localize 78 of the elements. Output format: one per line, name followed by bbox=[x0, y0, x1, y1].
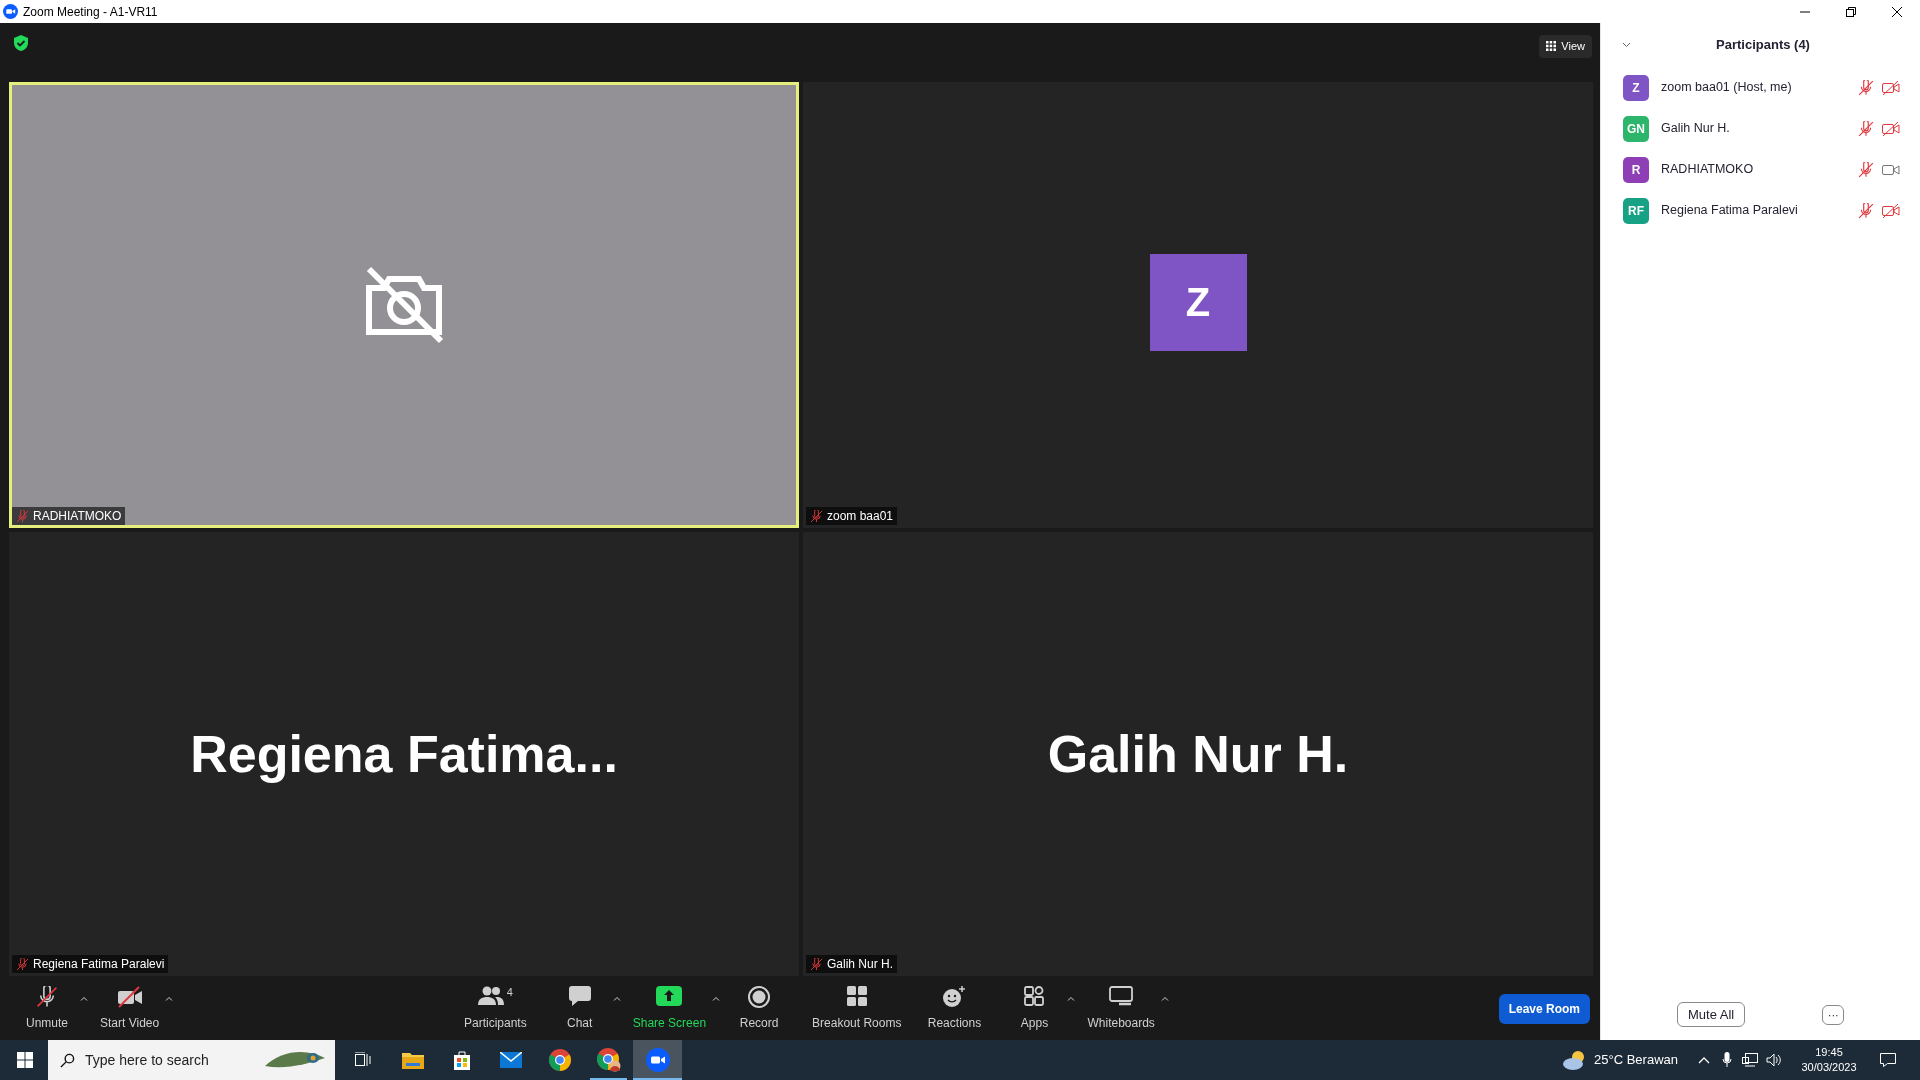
participant-name-label: RADHIATMOKO bbox=[33, 508, 122, 525]
toolbar-button[interactable]: Reactions bbox=[925, 982, 984, 1036]
participant-avatar: GN bbox=[1623, 115, 1649, 142]
notification-icon[interactable] bbox=[1880, 1052, 1896, 1068]
caret-icon[interactable] bbox=[712, 996, 721, 1001]
record-icon bbox=[748, 986, 771, 1008]
network-icon[interactable] bbox=[1742, 1053, 1758, 1067]
toolbar-button[interactable]: 4 Participants bbox=[462, 982, 529, 1036]
zoom-app-icon bbox=[645, 1048, 670, 1072]
search-input[interactable]: Type here to search bbox=[85, 1049, 245, 1071]
chat-bubble-icon bbox=[568, 986, 591, 1006]
volume-icon[interactable] bbox=[1766, 1053, 1782, 1067]
view-button[interactable]: View bbox=[1539, 35, 1592, 58]
people-icon bbox=[477, 986, 504, 1006]
video-off-icon bbox=[116, 986, 143, 1008]
security-shield-icon[interactable] bbox=[14, 35, 28, 51]
whiteboard-icon bbox=[1109, 986, 1134, 1006]
grid-view-icon bbox=[1546, 41, 1557, 52]
muted-microphone-icon bbox=[36, 986, 58, 1008]
zoom-logo-icon bbox=[3, 4, 18, 19]
task-view-icon bbox=[354, 1052, 373, 1068]
unmute-button[interactable]: Unmute bbox=[18, 982, 76, 1036]
caret-icon[interactable] bbox=[612, 996, 621, 1001]
participant-name: zoom baa01 (Host, me) bbox=[1661, 79, 1792, 97]
taskbar-app-button[interactable] bbox=[633, 1040, 682, 1080]
participant-avatar: Z bbox=[1623, 74, 1649, 101]
participant-name-label: Regiena Fatima Paralevi bbox=[33, 956, 165, 973]
toolbar-button[interactable]: Whiteboards bbox=[1085, 982, 1157, 1036]
camera-off-icon bbox=[363, 265, 445, 345]
leave-room-button[interactable]: Leave Room bbox=[1498, 994, 1590, 1024]
toolbar-button[interactable]: Breakout Rooms bbox=[810, 982, 904, 1036]
grid-squares-icon bbox=[846, 986, 867, 1006]
start-icon[interactable] bbox=[17, 1052, 33, 1068]
weather-text[interactable]: 25°C Berawan bbox=[1594, 1050, 1678, 1070]
window-title: Zoom Meeting - A1-VR11 bbox=[23, 3, 158, 21]
browser-profile-icon bbox=[596, 1048, 621, 1072]
participant-avatar: Z bbox=[1149, 253, 1247, 351]
close-icon bbox=[1892, 6, 1902, 17]
browser-icon bbox=[548, 1049, 571, 1071]
mute-all-button[interactable]: Mute All bbox=[1677, 1001, 1746, 1028]
participant-name-label: zoom baa01 bbox=[827, 508, 894, 525]
panel-title: Participants (4) bbox=[1715, 36, 1810, 55]
caret-icon[interactable] bbox=[1067, 996, 1076, 1001]
participant-avatar: RF bbox=[1623, 197, 1649, 224]
toolbar-button[interactable]: Record bbox=[730, 982, 789, 1036]
participant-row[interactable]: GN Galih Nur H. bbox=[1601, 108, 1920, 149]
participant-row[interactable]: RF Regiena Fatima Paralevi bbox=[1601, 190, 1920, 231]
toolbar-button[interactable]: Chat bbox=[550, 982, 609, 1036]
participant-avatar: R bbox=[1623, 156, 1649, 183]
participant-name-display: Galih Nur H. bbox=[1047, 724, 1349, 785]
collapse-chevron-icon[interactable] bbox=[1622, 42, 1631, 48]
participant-name: Galih Nur H. bbox=[1661, 120, 1730, 138]
participant-name: RADHIATMOKO bbox=[1661, 161, 1754, 179]
participant-count: 4 bbox=[506, 986, 513, 998]
participant-row[interactable]: R RADHIATMOKO bbox=[1601, 149, 1920, 190]
more-options-button[interactable]: ··· bbox=[1822, 1004, 1845, 1025]
participant-name-label: Galih Nur H. bbox=[827, 956, 894, 973]
clock-time[interactable]: 19:45 bbox=[1815, 1045, 1843, 1060]
taskbar-search-bar[interactable]: Type here to search bbox=[48, 1040, 335, 1080]
smiley-plus-icon bbox=[942, 986, 967, 1008]
search-icon[interactable] bbox=[60, 1052, 75, 1068]
apps-icon bbox=[1024, 986, 1045, 1006]
caret-icon[interactable] bbox=[1160, 996, 1169, 1001]
participant-name-display: Regiena Fatima... bbox=[190, 724, 618, 785]
store-bag-icon bbox=[451, 1050, 472, 1070]
restore-icon bbox=[1846, 6, 1856, 17]
mail-icon bbox=[499, 1052, 522, 1068]
participant-name: Regiena Fatima Paralevi bbox=[1661, 202, 1798, 220]
caret-icon[interactable] bbox=[165, 996, 174, 1001]
clock-date[interactable]: 30/03/2023 bbox=[1801, 1060, 1857, 1075]
chevron-up-icon[interactable] bbox=[1698, 1056, 1710, 1064]
folder-icon bbox=[401, 1051, 424, 1069]
microphone-icon[interactable] bbox=[1722, 1052, 1732, 1068]
participant-row[interactable]: Z zoom baa01 (Host, me) bbox=[1601, 67, 1920, 108]
toolbar-button[interactable]: Apps bbox=[1005, 982, 1064, 1036]
caret-icon[interactable] bbox=[80, 996, 88, 1001]
share-screen-button[interactable]: Share Screen bbox=[630, 982, 709, 1036]
start-video-button[interactable]: Start Video bbox=[98, 982, 162, 1036]
